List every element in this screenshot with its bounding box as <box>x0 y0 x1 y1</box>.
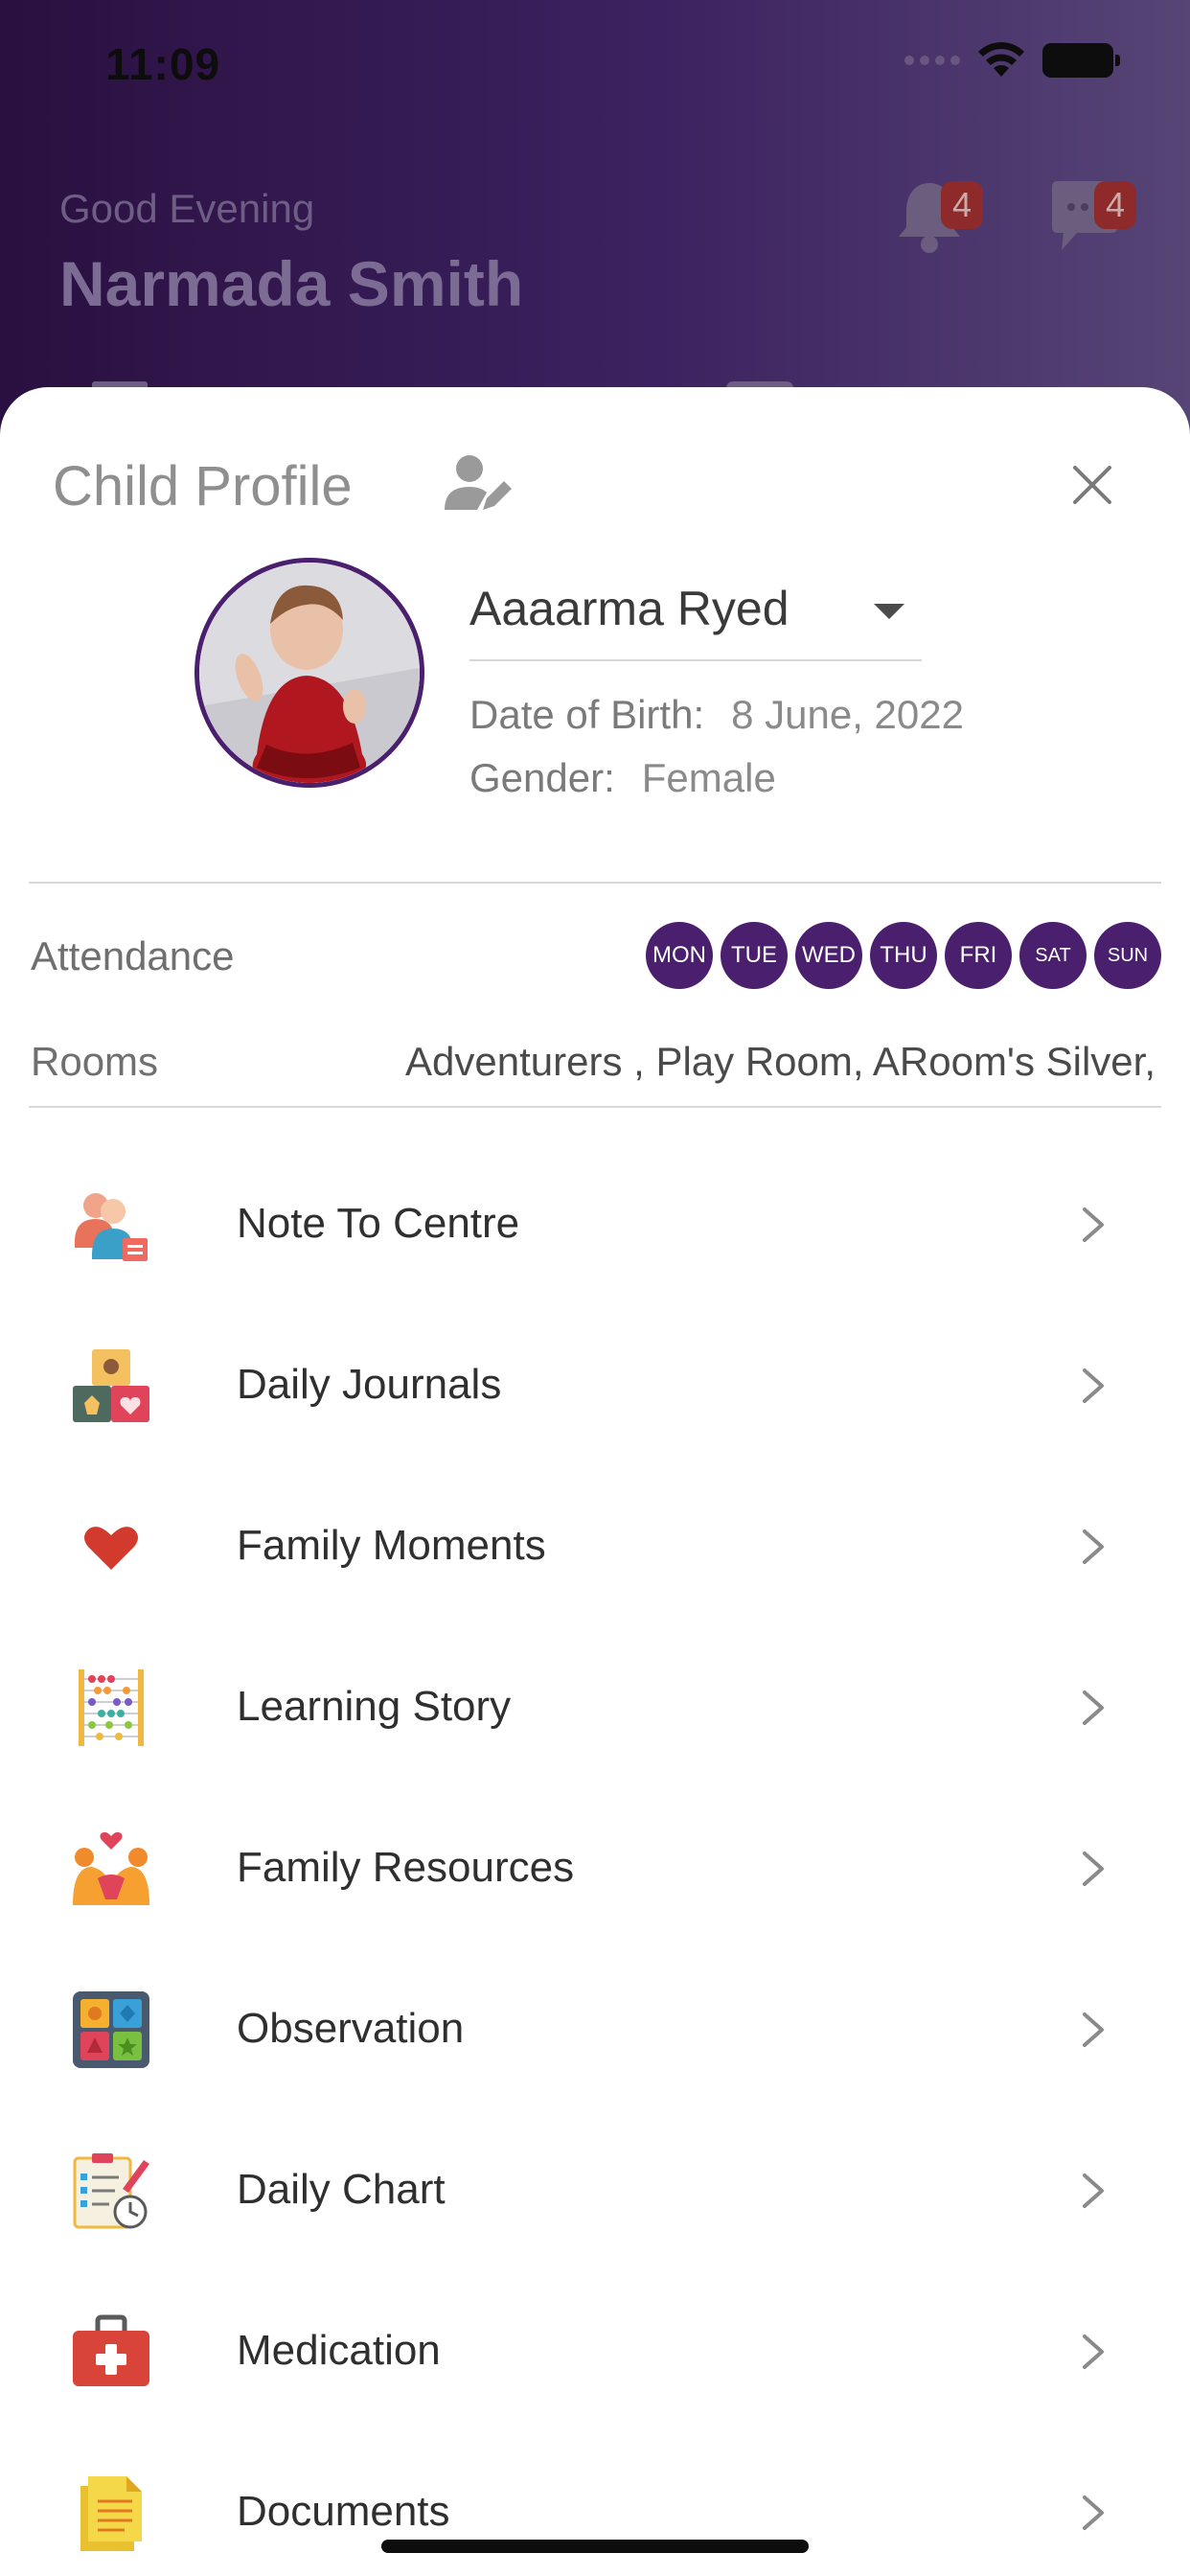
status-icons <box>904 42 1120 79</box>
app-header: 11:09 Good Evening Narmada Smith 4 4 <box>0 0 1190 441</box>
day-tue: TUE <box>721 922 788 989</box>
menu-label: Learning Story <box>237 1683 512 1730</box>
child-selector[interactable]: Aaaarma Ryed <box>469 575 922 661</box>
chevron-right-icon <box>1083 2496 1104 2530</box>
menu-item-note-to-centre[interactable]: Note To Centre <box>0 1144 1190 1305</box>
attendance-label: Attendance <box>31 933 235 978</box>
sheet-title: Child Profile <box>53 455 353 518</box>
people-note-icon <box>75 1193 148 1261</box>
day-mon: MON <box>646 922 713 989</box>
checklist-clock-icon <box>73 2153 149 2229</box>
chevron-right-icon <box>1083 1208 1104 1242</box>
toy-blocks-icon <box>73 1349 149 1422</box>
wifi-icon <box>978 42 1024 77</box>
battery-icon <box>1042 43 1120 78</box>
menu-label: Family Moments <box>237 1522 546 1569</box>
user-edit-icon <box>445 455 512 510</box>
child-name: Aaaarma Ryed <box>469 582 790 635</box>
menu-item-learning-story[interactable]: Learning Story <box>0 1627 1190 1788</box>
menu-label: Note To Centre <box>237 1200 520 1247</box>
rooms-label: Rooms <box>31 1039 159 1084</box>
dob-row: Date of Birth: 8 June, 2022 <box>469 692 964 738</box>
gender-value: Female <box>641 755 776 800</box>
child-photo <box>199 563 420 783</box>
document-icon <box>80 2476 142 2551</box>
menu-item-daily-journals[interactable]: Daily Journals <box>0 1305 1190 1466</box>
menu-item-medication[interactable]: Medication <box>0 2271 1190 2432</box>
day-sun: SUN <box>1094 922 1161 989</box>
shapes-board-icon <box>73 1991 149 2068</box>
child-avatar <box>195 558 424 788</box>
edit-profile-button[interactable] <box>443 452 515 514</box>
menu-label: Observation <box>237 2005 465 2052</box>
chevron-right-icon <box>1083 1368 1104 1403</box>
home-indicator <box>381 2540 809 2553</box>
chevron-right-icon <box>1083 2174 1104 2208</box>
chevron-right-icon <box>1083 1690 1104 1725</box>
day-sat: SAT <box>1019 922 1087 989</box>
menu-label: Documents <box>237 2488 450 2535</box>
chevron-right-icon <box>1083 1530 1104 1564</box>
abacus-icon <box>79 1669 144 1746</box>
chevron-down-icon <box>874 604 904 619</box>
chevron-right-icon <box>1083 1852 1104 1886</box>
family-hands-icon <box>73 1831 149 1905</box>
day-thu: THU <box>870 922 937 989</box>
menu-item-family-resources[interactable]: Family Resources <box>0 1788 1190 1949</box>
messages-button[interactable]: 4 <box>1044 177 1136 264</box>
day-wed: WED <box>795 922 862 989</box>
messages-badge: 4 <box>1094 181 1136 229</box>
status-time: 11:09 <box>105 39 221 89</box>
menu-label: Family Resources <box>237 1844 575 1891</box>
cellular-signal-icon <box>904 56 960 65</box>
attendance-days: MON TUE WED THU FRI SAT SUN <box>646 922 1161 989</box>
close-button[interactable] <box>1062 454 1123 516</box>
heart-icon <box>84 1527 138 1570</box>
notifications-button[interactable]: 4 <box>891 177 983 264</box>
divider <box>29 1106 1161 1108</box>
notifications-badge: 4 <box>941 181 983 229</box>
menu-label: Daily Journals <box>237 1361 502 1408</box>
menu-item-daily-chart[interactable]: Daily Chart <box>0 2110 1190 2271</box>
rooms-value: Adventurers , Play Room, ARoom's Silver, <box>405 1039 1156 1084</box>
gender-label: Gender: <box>469 755 615 800</box>
child-profile-sheet: Child Profile Aaaarma Ryed Date of Birth… <box>0 387 1190 2576</box>
chevron-right-icon <box>1083 2012 1104 2047</box>
medical-kit-icon <box>73 2314 149 2386</box>
user-name: Narmada Smith <box>59 248 524 319</box>
day-fri: FRI <box>945 922 1012 989</box>
menu-item-observation[interactable]: Observation <box>0 1949 1190 2110</box>
greeting-text: Good Evening <box>59 186 315 231</box>
close-icon <box>1073 466 1111 504</box>
chevron-right-icon <box>1083 2334 1104 2369</box>
dob-label: Date of Birth: <box>469 692 705 737</box>
divider <box>29 882 1161 884</box>
gender-row: Gender: Female <box>469 755 776 801</box>
menu-label: Daily Chart <box>237 2166 446 2213</box>
menu-label: Medication <box>237 2327 441 2374</box>
dob-value: 8 June, 2022 <box>731 692 964 737</box>
menu-item-documents[interactable]: Documents <box>0 2432 1190 2576</box>
menu-item-family-moments[interactable]: Family Moments <box>0 1466 1190 1627</box>
